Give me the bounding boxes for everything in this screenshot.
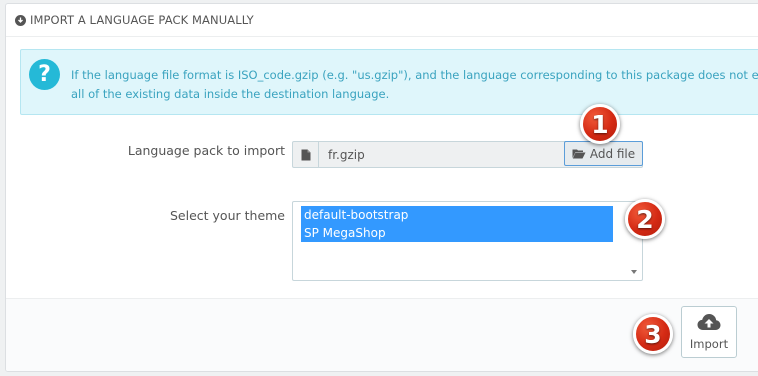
folder-open-icon xyxy=(572,149,586,159)
panel-title: IMPORT A LANGUAGE PACK MANUALLY xyxy=(30,13,254,27)
language-pack-label: Language pack to import xyxy=(127,143,285,158)
language-pack-file-input[interactable]: fr.gzip Add file xyxy=(292,141,643,168)
question-icon: ? xyxy=(29,59,60,90)
add-file-button[interactable]: Add file xyxy=(564,141,643,166)
step-badge-2: 2 xyxy=(625,199,665,239)
step-badge-1: 1 xyxy=(580,104,620,144)
theme-option-sp-megashop[interactable]: SP MegaShop xyxy=(301,224,613,242)
theme-option-default-bootstrap[interactable]: default-bootstrap xyxy=(301,206,613,224)
theme-label: Select your theme xyxy=(170,208,285,223)
file-icon xyxy=(293,142,319,167)
info-alert: ? If the language file format is ISO_cod… xyxy=(20,49,758,115)
import-button[interactable]: Import xyxy=(681,306,737,358)
alert-line-2: all of the existing data inside the dest… xyxy=(71,87,390,101)
scroll-down-arrow-icon[interactable] xyxy=(631,270,637,274)
alert-line-1: If the language file format is ISO_code.… xyxy=(71,68,758,82)
theme-select[interactable]: default-bootstrap SP MegaShop xyxy=(292,201,643,281)
cloud-upload-icon xyxy=(697,314,721,330)
step-badge-3: 3 xyxy=(633,314,673,354)
add-file-label: Add file xyxy=(589,146,636,161)
alert-text: If the language file format is ISO_code.… xyxy=(71,66,758,104)
import-label: Import xyxy=(689,337,729,351)
download-circle-icon xyxy=(15,14,26,26)
panel-heading: IMPORT A LANGUAGE PACK MANUALLY xyxy=(6,4,758,37)
file-name: fr.gzip xyxy=(328,147,365,162)
